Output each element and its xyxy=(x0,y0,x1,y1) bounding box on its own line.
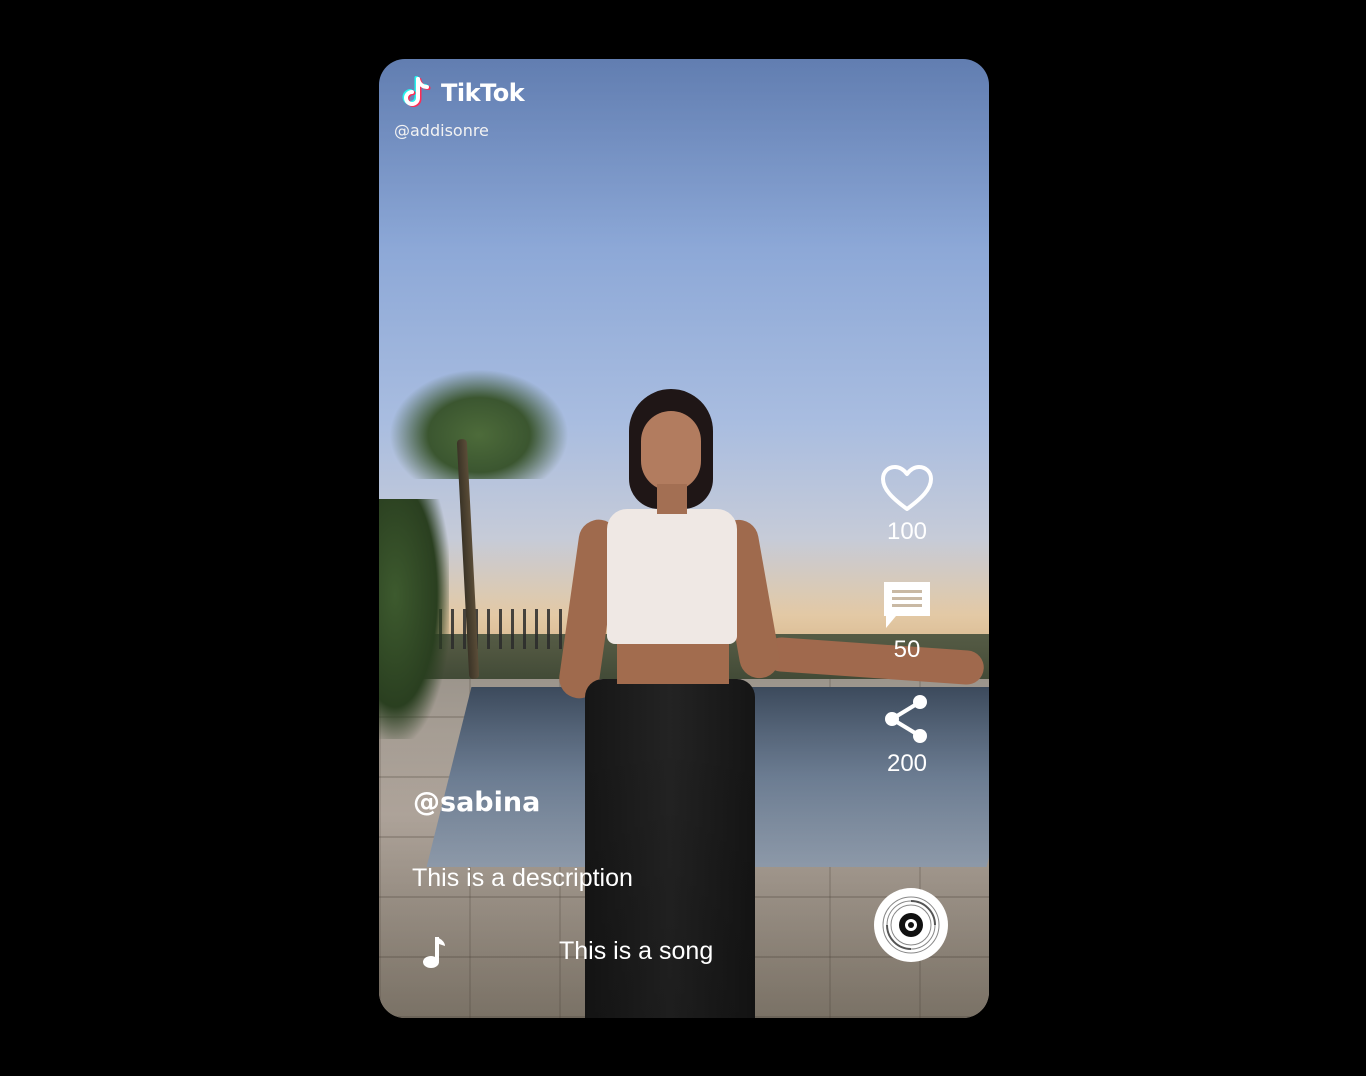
video-username[interactable]: @sabina xyxy=(413,787,540,818)
comment-button[interactable]: 50 xyxy=(880,578,934,664)
logo-text: TikTok xyxy=(441,79,525,107)
vinyl-record-icon xyxy=(878,892,944,958)
comment-count: 50 xyxy=(893,636,921,663)
vinyl-record-button[interactable] xyxy=(874,888,948,962)
creator-handle[interactable]: @addisonre xyxy=(394,121,489,140)
tiktok-logo[interactable]: TikTok xyxy=(399,75,525,111)
comment-icon xyxy=(884,582,930,628)
action-bar: 100 50 200 xyxy=(877,464,937,778)
video-description: This is a description xyxy=(412,864,633,892)
song-title: This is a song xyxy=(559,937,714,965)
share-button[interactable]: 200 xyxy=(880,692,934,778)
like-button[interactable]: 100 xyxy=(880,464,934,546)
share-count: 200 xyxy=(886,750,928,777)
share-icon xyxy=(885,695,927,743)
song-row[interactable]: This is a song xyxy=(421,933,751,973)
video-card[interactable]: TikTok @addisonre 100 50 200 @sabina Thi… xyxy=(379,59,989,1018)
music-note-icon xyxy=(423,937,445,968)
tiktok-note-icon xyxy=(402,76,431,107)
like-count: 100 xyxy=(886,518,928,545)
heart-icon xyxy=(881,465,933,511)
